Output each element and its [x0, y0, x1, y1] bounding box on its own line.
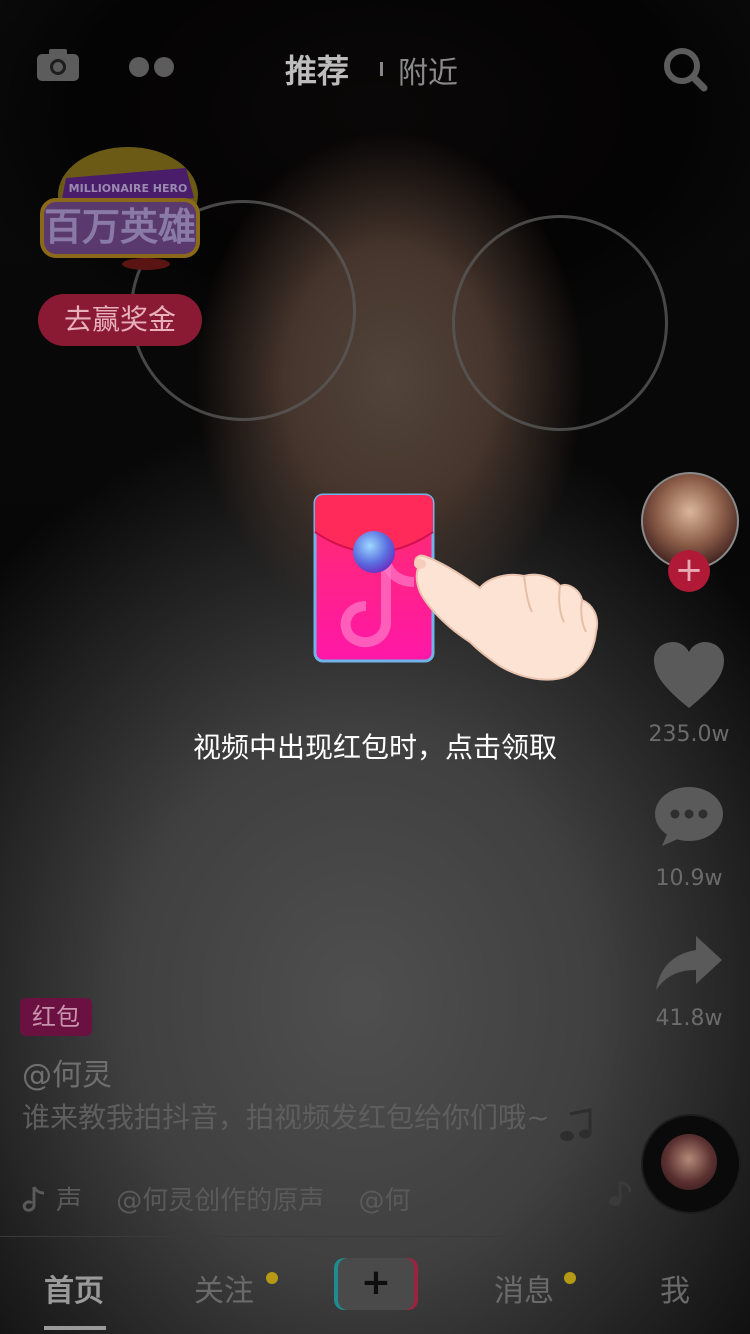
follow-notify-dot	[266, 1272, 278, 1284]
search-icon[interactable]	[662, 46, 708, 92]
author-name[interactable]: @何灵	[22, 1050, 112, 1094]
tab-me[interactable]: 我	[660, 1266, 690, 1310]
tab-follow[interactable]: 关注	[194, 1266, 254, 1310]
tabbar-divider	[0, 1236, 504, 1237]
pointing-hand-icon	[414, 554, 598, 681]
badge-title: 百万英雄	[44, 205, 196, 249]
tab-messages[interactable]: 消息	[494, 1266, 554, 1310]
plus-icon: +	[360, 1262, 392, 1303]
tab-home-indicator	[44, 1326, 106, 1330]
tab-divider	[380, 62, 383, 76]
top-bar: 推荐 附近	[0, 0, 750, 130]
share-count: 41.8w	[655, 1006, 723, 1031]
tab-nearby[interactable]: 附近	[398, 48, 458, 92]
music-disc-cover	[661, 1134, 717, 1190]
red-packet-guide-text: 视频中出现红包时，点击领取	[192, 731, 557, 764]
go-win-bonus-button[interactable]: 去赢奖金	[38, 294, 202, 346]
music-note-icon	[560, 1108, 592, 1141]
badge-subtitle: MILLIONAIRE HERO	[69, 182, 188, 195]
post-caption: 谁来教我拍抖音，拍视频发红包给你们哦~	[22, 1101, 550, 1134]
live-dots-icon[interactable]	[128, 56, 176, 78]
comment-count: 10.9w	[655, 866, 723, 891]
share-icon[interactable]	[654, 932, 724, 992]
comment-icon[interactable]	[654, 786, 724, 848]
red-packet-tag[interactable]: 红包	[20, 998, 92, 1036]
follow-plus-button[interactable]: +	[668, 550, 710, 592]
tab-home[interactable]: 首页	[44, 1266, 104, 1310]
messages-notify-dot	[564, 1272, 576, 1284]
tab-recommend[interactable]: 推荐	[285, 46, 349, 92]
music-marquee[interactable]: 声 @何灵创作的原声 @何	[22, 1180, 412, 1216]
camera-icon[interactable]	[36, 48, 80, 82]
music-note-icon	[609, 1180, 632, 1206]
music-title: 声 @何灵创作的原声 @何	[56, 1186, 411, 1216]
tiktok-note-icon	[22, 1185, 45, 1212]
heart-icon[interactable]	[652, 640, 726, 710]
millionaire-hero-logo[interactable]: 百万英雄 MILLIONAIRE HERO	[36, 140, 206, 270]
